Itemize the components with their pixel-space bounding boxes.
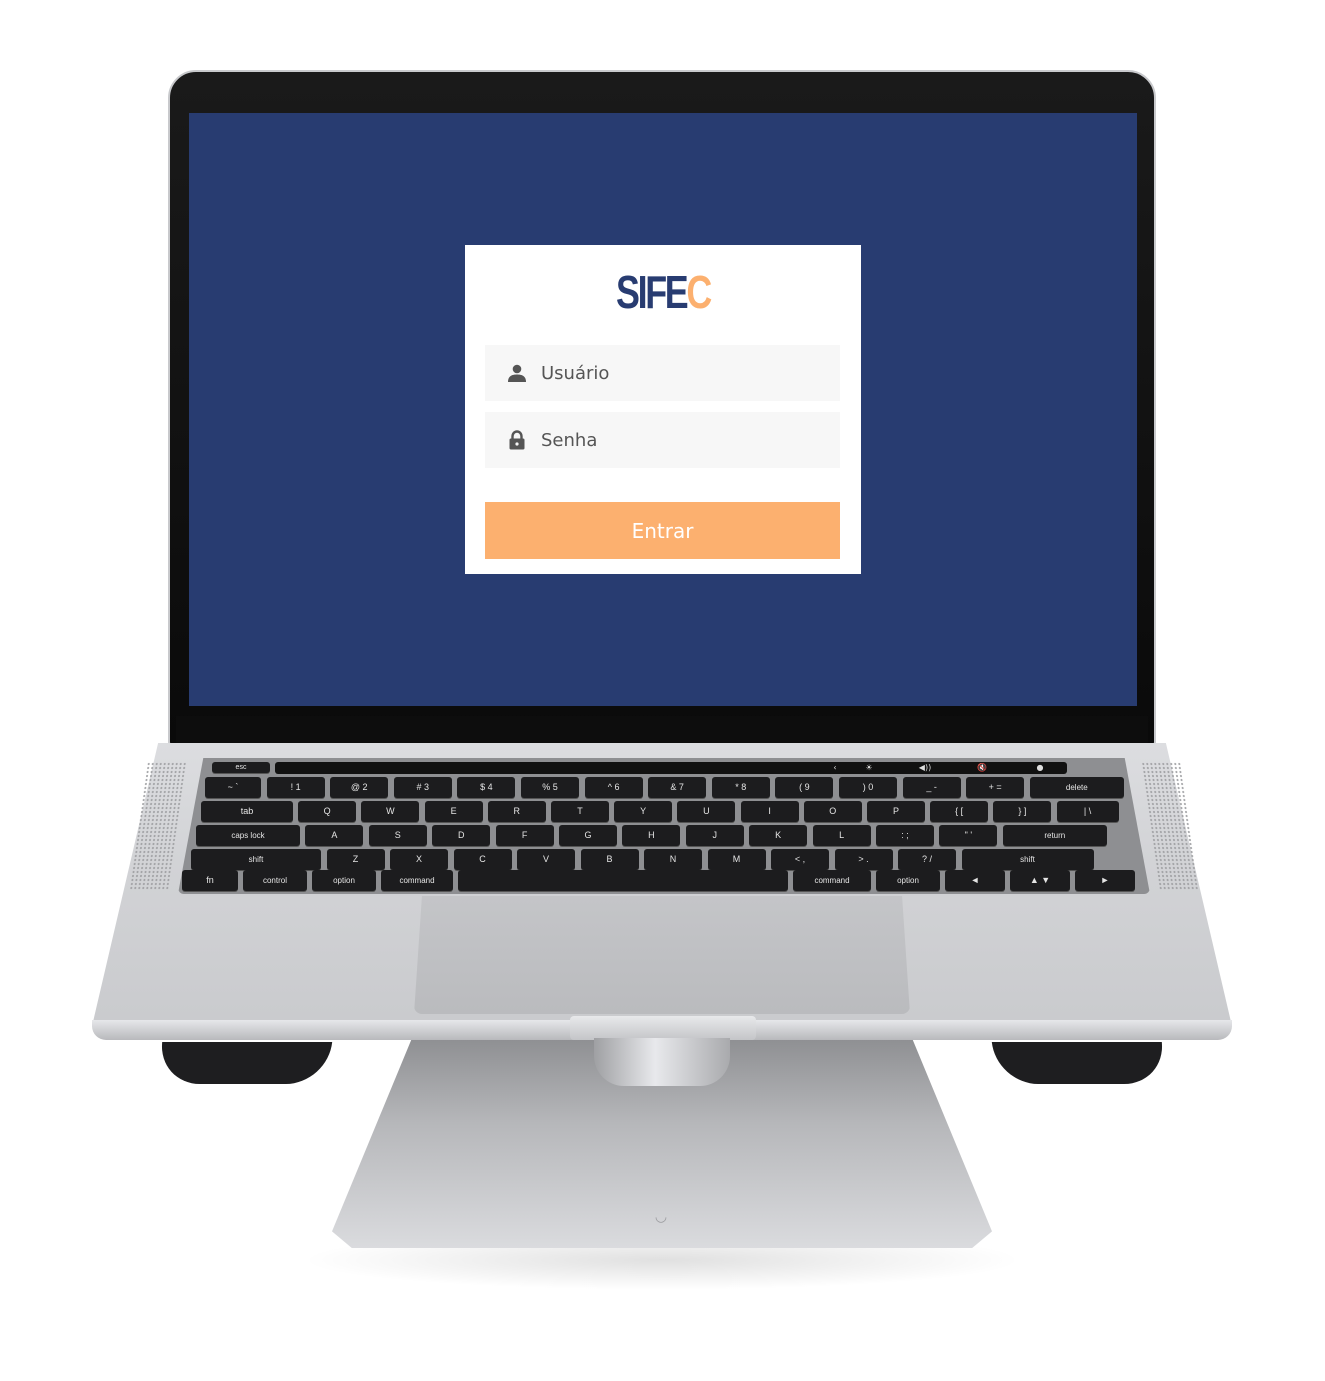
key: @ 2 <box>330 777 389 798</box>
key: return <box>1002 825 1107 846</box>
key: U <box>677 801 736 822</box>
key: Y <box>614 801 673 822</box>
key: S <box>368 825 427 846</box>
key: X <box>390 849 448 870</box>
key: T <box>551 801 609 822</box>
key: F <box>495 825 554 846</box>
key: ► <box>1075 870 1135 891</box>
key: fn <box>182 870 238 891</box>
logo-accent-text: C <box>686 266 712 318</box>
key: E <box>424 801 483 822</box>
screen-bezel-bottom <box>176 716 1148 746</box>
key: A <box>305 825 364 846</box>
touch-bar: ‹ ☀ ◀)) 🔇 ● <box>275 762 1067 774</box>
key: I <box>740 801 799 822</box>
touchbar-item: ☀ <box>865 763 873 772</box>
key: option <box>312 870 376 891</box>
trackpad <box>414 896 910 1014</box>
app-logo: SIFEC <box>509 265 818 319</box>
key: | \ <box>1056 801 1119 822</box>
key: ~ ` <box>205 777 261 798</box>
key: Q <box>298 801 357 822</box>
password-field[interactable] <box>485 412 840 468</box>
user-icon <box>507 363 527 383</box>
login-card: SIFEC Entrar <box>465 245 861 574</box>
key: Z <box>326 849 385 870</box>
key: ? / <box>898 849 956 870</box>
key: tab <box>201 801 293 822</box>
key: command <box>793 870 871 891</box>
key: R <box>487 801 546 822</box>
key: shift <box>191 849 321 870</box>
key: C <box>453 849 512 870</box>
key: & 7 <box>648 777 707 798</box>
key: M <box>707 849 766 870</box>
key: B <box>580 849 639 870</box>
key-space <box>458 870 788 891</box>
key: O <box>803 801 862 822</box>
key: N <box>644 849 702 870</box>
touchbar-item: ◀)) <box>918 763 932 772</box>
key: " ' <box>939 825 998 846</box>
key: + = <box>966 777 1025 798</box>
key: ! 1 <box>266 777 325 798</box>
key: ◄ <box>945 870 1005 891</box>
key: ^ 6 <box>584 777 643 798</box>
key: : ; <box>876 825 934 846</box>
key: * 8 <box>711 777 770 798</box>
key: control <box>243 870 307 891</box>
key: K <box>749 825 808 846</box>
key: _ - <box>902 777 961 798</box>
key: L <box>812 825 871 846</box>
key: P <box>867 801 925 822</box>
key: G <box>559 825 617 846</box>
stand-foot-right <box>991 1042 1167 1084</box>
key: % 5 <box>521 777 579 798</box>
password-input[interactable] <box>541 412 831 468</box>
key: command <box>381 870 453 891</box>
key: delete <box>1029 777 1124 798</box>
key: W <box>361 801 420 822</box>
key: ▲ ▼ <box>1010 870 1070 891</box>
stand-logo-icon: ◡ <box>654 1209 668 1225</box>
key: } ] <box>993 801 1052 822</box>
key: J <box>685 825 744 846</box>
stand-foot-left <box>157 1042 333 1084</box>
key: option <box>876 870 940 891</box>
touchbar-item: 🔇 <box>977 763 987 772</box>
key: shift <box>961 849 1094 870</box>
login-button[interactable]: Entrar <box>485 502 840 559</box>
key: ) 0 <box>839 777 897 798</box>
key: caps lock <box>196 825 300 846</box>
key: D <box>432 825 491 846</box>
key: > . <box>834 849 893 870</box>
username-input[interactable] <box>541 345 831 401</box>
logo-main-text: SIFE <box>616 266 689 318</box>
key: $ 4 <box>457 777 516 798</box>
key: # 3 <box>393 777 452 798</box>
stand-clamp <box>570 1016 756 1040</box>
key: esc <box>212 762 270 773</box>
key: < , <box>771 849 829 870</box>
stand-neck <box>594 1038 730 1086</box>
key: { [ <box>930 801 989 822</box>
key: ( 9 <box>775 777 834 798</box>
key: V <box>517 849 575 870</box>
laptop-screen: SIFEC Entrar <box>189 113 1137 706</box>
key: H <box>622 825 681 846</box>
touchbar-item: ‹ <box>833 763 837 772</box>
username-field[interactable] <box>485 345 840 401</box>
touchbar-item: ● <box>1036 763 1044 772</box>
lock-icon <box>507 430 527 450</box>
